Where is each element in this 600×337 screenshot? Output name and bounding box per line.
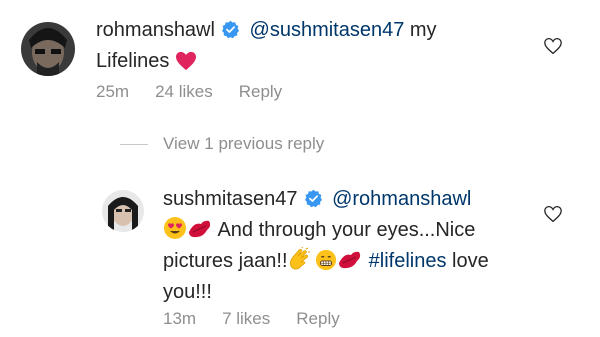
comment2-text-love: love xyxy=(446,250,489,272)
verified-badge-icon xyxy=(304,187,323,218)
comment2-mention[interactable]: @rohmanshawl xyxy=(332,188,471,210)
comment1-mention[interactable]: @sushmitasen47 xyxy=(250,19,405,41)
comment2-line2: And through your eyes...Nice xyxy=(163,215,475,250)
comment2-time: 13m xyxy=(163,309,197,328)
comment2-line3: pictures jaan!! #lifelines love xyxy=(163,245,489,281)
heart-outline-icon[interactable] xyxy=(543,205,563,228)
view-previous-replies-button[interactable]: View 1 previous reply xyxy=(163,134,324,154)
grinning-face-emoji xyxy=(315,249,337,281)
thread-divider xyxy=(120,144,148,145)
red-heart-emoji xyxy=(175,50,197,81)
comment1-line1: rohmanshawl @sushmitasen47 my xyxy=(96,15,437,49)
comment1-username[interactable]: rohmanshawl xyxy=(96,19,215,41)
comment2-text-line2: pictures jaan!! xyxy=(163,250,288,272)
comment1-line2: Lifelines xyxy=(96,46,197,81)
comment2-reply-button[interactable]: Reply xyxy=(296,309,339,328)
comment2-text-line1: And through your eyes...Nice xyxy=(217,219,476,241)
comment2-meta: 13m 7 likes Reply xyxy=(163,309,366,329)
avatar-sushmitasen47[interactable] xyxy=(102,190,144,232)
verified-badge-icon xyxy=(221,18,240,49)
comment2-hashtag[interactable]: #lifelines xyxy=(369,250,447,272)
comment1-likes[interactable]: 24 likes xyxy=(155,82,213,101)
kiss-mark-emoji xyxy=(337,249,363,281)
heart-outline-icon[interactable] xyxy=(543,37,563,60)
comment1-meta: 25m 24 likes Reply xyxy=(96,82,308,102)
comment2-line1: sushmitasen47 @rohmanshawl xyxy=(163,184,471,218)
avatar-rohmanshawl[interactable] xyxy=(21,22,75,76)
comment2-line4: you!!! xyxy=(163,277,212,308)
heart-eyes-emoji xyxy=(163,216,187,250)
comment2-text-line3: you!!! xyxy=(163,281,212,303)
comment1-text-line2: Lifelines xyxy=(96,50,170,72)
comment1-time: 25m xyxy=(96,82,130,101)
comment1-reply-button[interactable]: Reply xyxy=(239,82,282,101)
comment2-username[interactable]: sushmitasen47 xyxy=(163,188,298,210)
comment1-text: my xyxy=(404,19,437,41)
clapping-hands-emoji xyxy=(288,245,310,281)
comment2-likes[interactable]: 7 likes xyxy=(222,309,270,328)
